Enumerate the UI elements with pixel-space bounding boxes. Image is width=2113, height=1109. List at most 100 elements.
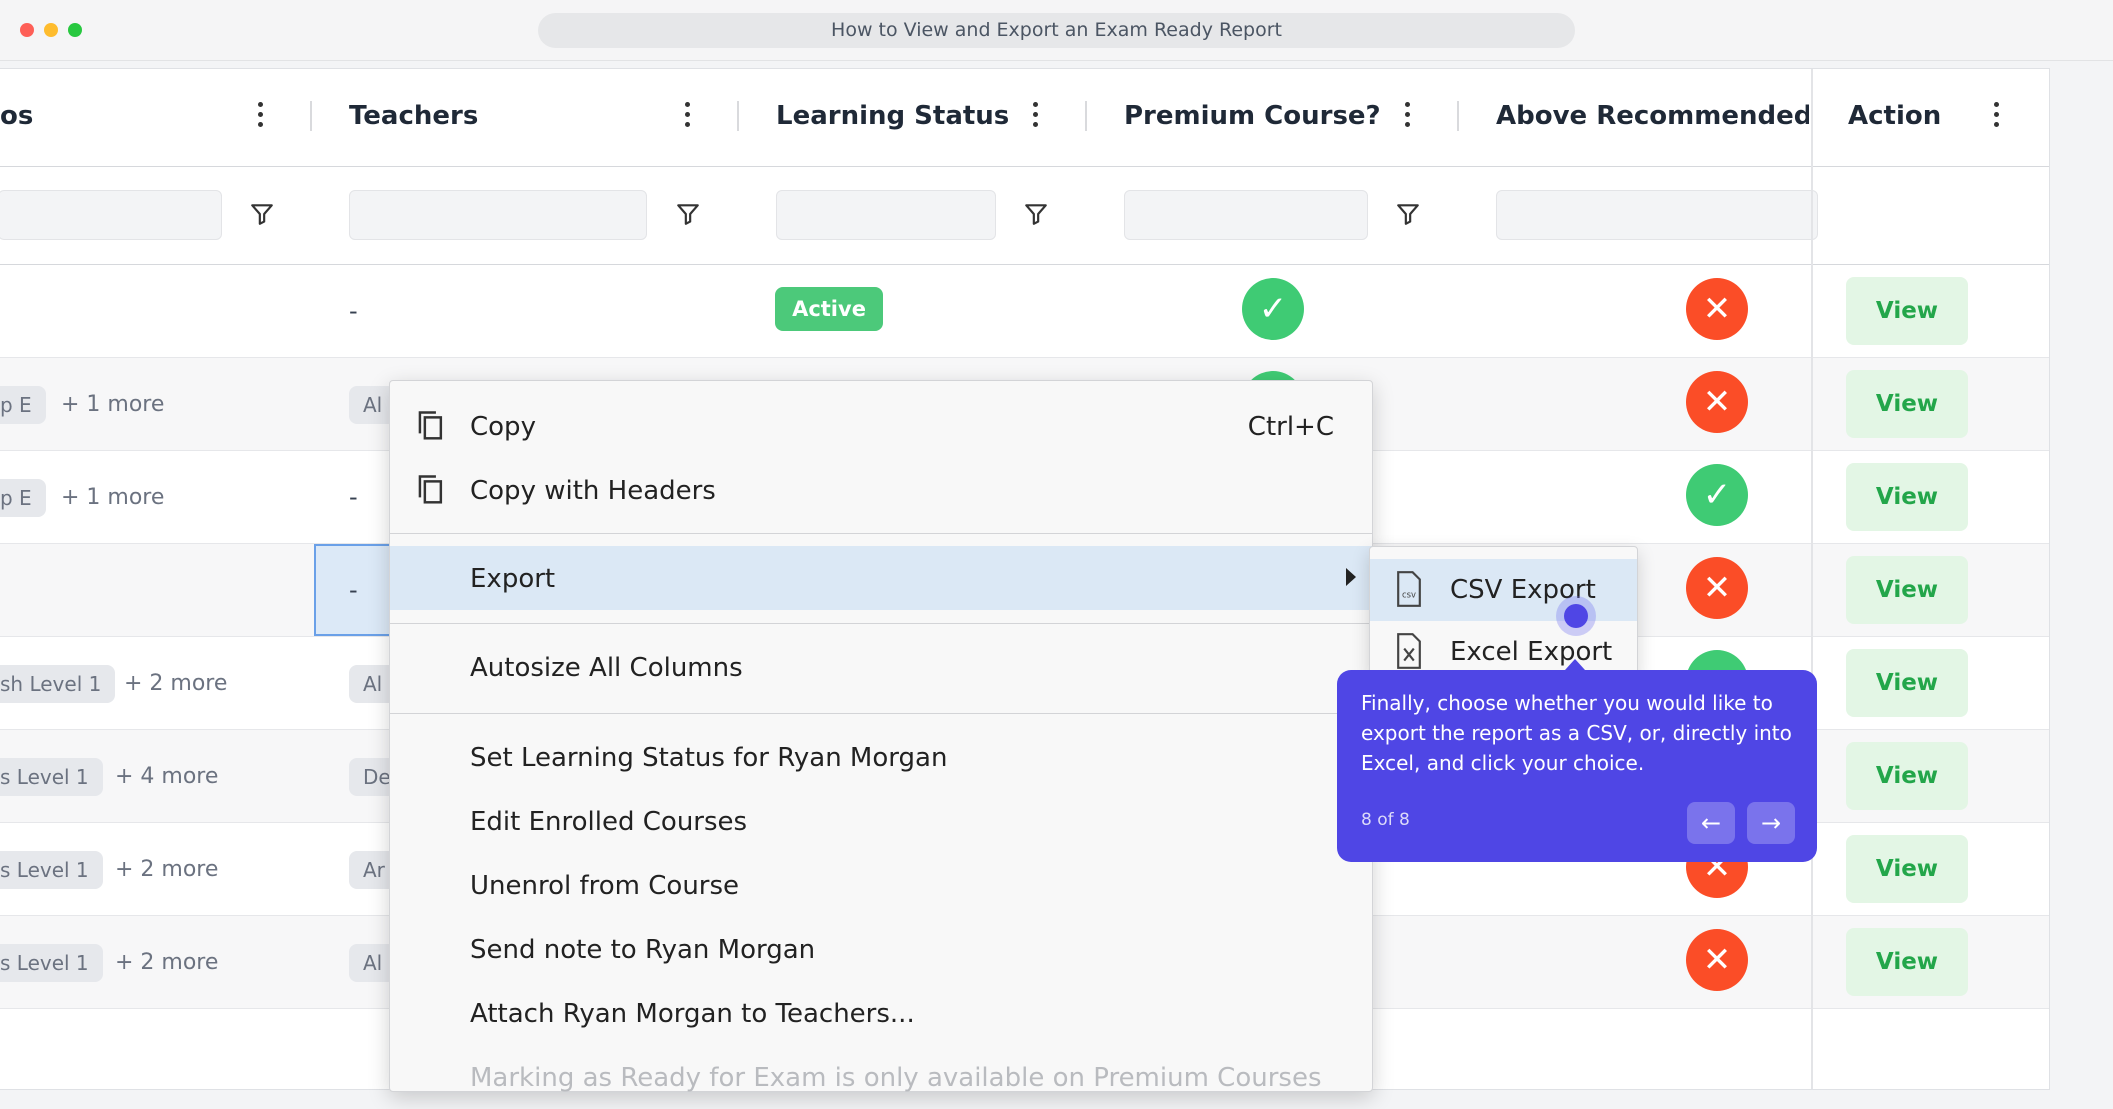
cross-icon: ✕	[1686, 278, 1748, 340]
group-chip: s Level 1	[0, 944, 103, 982]
status-badge: Active	[775, 287, 883, 331]
filter-input-teachers[interactable]	[349, 190, 647, 240]
menu-item-csv-export[interactable]: csv CSV Export	[1370, 559, 1637, 621]
menu-item-ready-for-exam: Marking as Ready for Exam is only availa…	[390, 1045, 1372, 1109]
view-button[interactable]: View	[1846, 277, 1968, 345]
menu-item-label: Excel Export	[1450, 637, 1613, 667]
walkthrough-tooltip: Finally, choose whether you would like t…	[1337, 659, 1817, 862]
more-groups-link[interactable]: + 2 more	[115, 857, 218, 882]
menu-item-label: Copy with Headers	[470, 476, 716, 506]
copy-icon	[418, 411, 443, 440]
previous-step-button[interactable]: ←	[1687, 802, 1735, 844]
column-header-action[interactable]: Action	[1848, 101, 1941, 131]
view-button[interactable]: View	[1846, 742, 1968, 810]
menu-item-label: Unenrol from Course	[470, 871, 740, 901]
svg-text:csv: csv	[1402, 589, 1416, 599]
menu-item-send-note[interactable]: Send note to Ryan Morgan	[390, 917, 1372, 981]
view-button[interactable]: View	[1846, 928, 1968, 996]
more-groups-link[interactable]: + 2 more	[115, 950, 218, 975]
menu-item-label: Send note to Ryan Morgan	[470, 935, 816, 965]
column-menu-icon[interactable]	[1033, 102, 1039, 128]
group-chip: sh Level 1	[0, 665, 116, 703]
next-step-button[interactable]: →	[1747, 802, 1795, 844]
column-header-groups[interactable]: os	[0, 101, 33, 131]
group-chip: p E	[0, 386, 46, 424]
menu-divider	[390, 533, 1372, 534]
pinned-column-divider	[1811, 69, 1813, 1089]
view-button[interactable]: View	[1846, 835, 1968, 903]
check-icon: ✓	[1686, 464, 1748, 526]
menu-item-set-learning-status[interactable]: Set Learning Status for Ryan Morgan	[390, 725, 1372, 789]
menu-item-label: Export	[470, 564, 556, 594]
menu-item-shortcut: Ctrl+C	[1247, 412, 1334, 442]
teacher-cell: -	[349, 297, 358, 325]
window-title: How to View and Export an Exam Ready Rep…	[538, 13, 1575, 48]
filter-icon[interactable]	[1395, 201, 1421, 227]
minimize-window-button[interactable]	[44, 23, 58, 37]
menu-item-autosize[interactable]: Autosize All Columns	[390, 635, 1372, 699]
window-titlebar: How to View and Export an Exam Ready Rep…	[0, 0, 2113, 61]
grid-header-row: os Teachers Learning Status Premium Cour…	[0, 69, 2049, 167]
more-groups-link[interactable]: + 1 more	[61, 485, 164, 510]
filter-icon[interactable]	[1023, 201, 1049, 227]
close-window-button[interactable]	[20, 23, 34, 37]
grid-filter-row	[0, 167, 2049, 265]
group-chip: s Level 1	[0, 758, 103, 796]
filter-icon[interactable]	[675, 201, 701, 227]
menu-item-edit-enrolled-courses[interactable]: Edit Enrolled Courses	[390, 789, 1372, 853]
view-button[interactable]: View	[1846, 649, 1968, 717]
column-menu-icon[interactable]	[258, 102, 264, 128]
view-button[interactable]: View	[1846, 370, 1968, 438]
csv-file-icon: csv	[1397, 571, 1421, 607]
column-header-premium-course[interactable]: Premium Course?	[1124, 101, 1381, 131]
column-resize-handle[interactable]	[1457, 101, 1459, 131]
filter-input-premium-course[interactable]	[1124, 190, 1368, 240]
maximize-window-button[interactable]	[68, 23, 82, 37]
copy-icon	[418, 475, 443, 504]
menu-item-label: Marking as Ready for Exam is only availa…	[470, 1063, 1322, 1093]
column-header-above-recommended-level[interactable]: Above Recommended Lev	[1496, 101, 1809, 131]
menu-divider	[390, 623, 1372, 624]
group-chip: p E	[0, 479, 46, 517]
filter-input-groups[interactable]	[0, 190, 222, 240]
context-menu: Copy Ctrl+C Copy with Headers Export Aut…	[389, 380, 1373, 1093]
menu-item-attach-teachers[interactable]: Attach Ryan Morgan to Teachers...	[390, 981, 1372, 1045]
click-indicator	[1556, 596, 1596, 636]
column-resize-handle[interactable]	[1085, 101, 1087, 131]
column-resize-handle[interactable]	[310, 101, 312, 131]
column-menu-icon[interactable]	[1994, 102, 2000, 128]
export-submenu: csv CSV Export Excel Export	[1369, 546, 1638, 678]
teacher-cell: -	[349, 576, 358, 604]
menu-item-copy-with-headers[interactable]: Copy with Headers	[390, 458, 1372, 522]
cross-icon: ✕	[1686, 371, 1748, 433]
more-groups-link[interactable]: + 4 more	[115, 764, 218, 789]
menu-item-export[interactable]: Export	[390, 546, 1372, 610]
view-button[interactable]: View	[1846, 556, 1968, 624]
column-resize-handle[interactable]	[737, 101, 739, 131]
tooltip-text: Finally, choose whether you would like t…	[1361, 691, 1792, 775]
menu-item-copy[interactable]: Copy Ctrl+C	[390, 394, 1372, 458]
column-menu-icon[interactable]	[685, 102, 691, 128]
group-chip: s Level 1	[0, 851, 103, 889]
menu-item-label: Set Learning Status for Ryan Morgan	[470, 743, 948, 773]
submenu-arrow-icon	[1346, 568, 1356, 586]
teacher-cell: -	[349, 483, 358, 511]
column-header-learning-status[interactable]: Learning Status	[776, 101, 1009, 131]
menu-item-label: Copy	[470, 412, 536, 442]
check-icon: ✓	[1242, 278, 1304, 340]
filter-input-learning-status[interactable]	[776, 190, 996, 240]
view-button[interactable]: View	[1846, 463, 1968, 531]
menu-item-unenrol[interactable]: Unenrol from Course	[390, 853, 1372, 917]
menu-divider	[390, 713, 1372, 714]
filter-icon[interactable]	[249, 201, 275, 227]
column-header-teachers[interactable]: Teachers	[349, 101, 478, 131]
cross-icon: ✕	[1686, 557, 1748, 619]
table-row[interactable]: - Active ✓ ✕ View	[0, 265, 2049, 358]
more-groups-link[interactable]: + 1 more	[61, 392, 164, 417]
filter-input-above-recommended-level[interactable]	[1496, 190, 1818, 240]
tooltip-step-counter: 8 of 8	[1361, 810, 1410, 830]
more-groups-link[interactable]: + 2 more	[124, 671, 227, 696]
cross-icon: ✕	[1686, 929, 1748, 991]
menu-item-label: Attach Ryan Morgan to Teachers...	[470, 999, 915, 1029]
column-menu-icon[interactable]	[1405, 102, 1411, 128]
